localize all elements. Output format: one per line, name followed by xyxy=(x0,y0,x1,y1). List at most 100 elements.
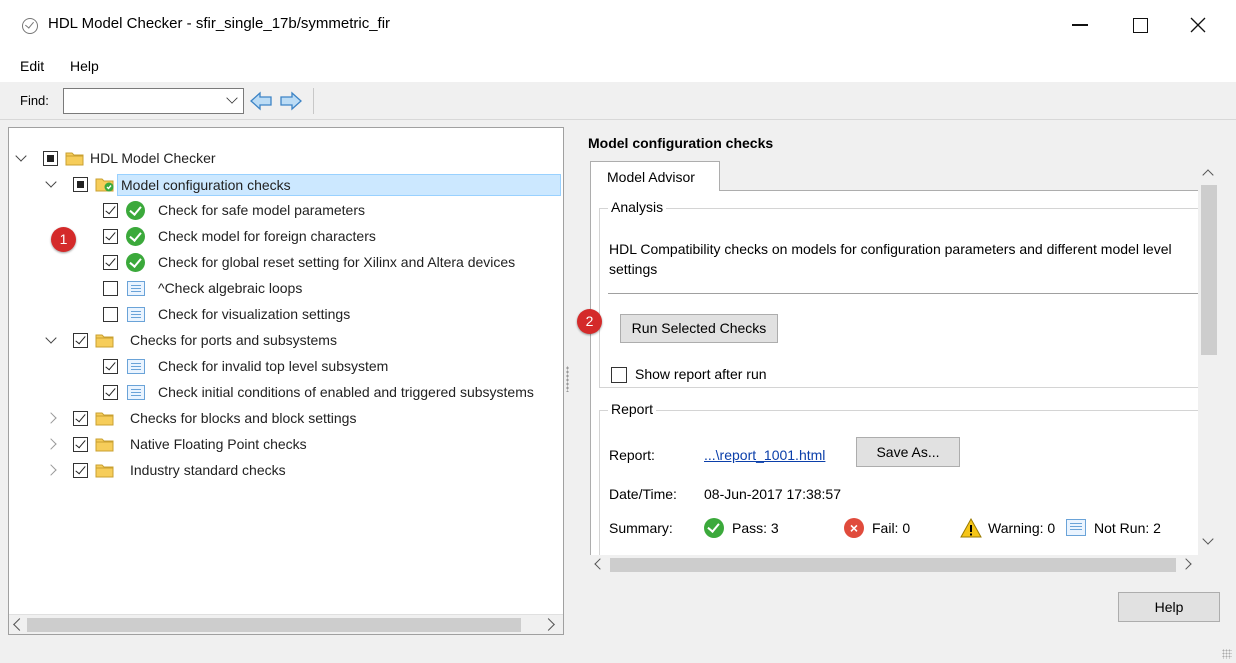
scrollbar-thumb[interactable] xyxy=(27,618,521,632)
tree-label: Checks for blocks and block settings xyxy=(130,410,357,426)
datetime-value: 08-Jun-2017 17:38:57 xyxy=(704,486,841,502)
tree-item-check[interactable]: ^Check algebraic loops xyxy=(9,276,563,302)
tree-item-check[interactable]: Check initial conditions of enabled and … xyxy=(9,380,563,406)
summary-label: Summary: xyxy=(609,520,673,536)
report-title: Report xyxy=(608,401,657,417)
tree-checkbox[interactable] xyxy=(73,437,88,452)
title-bar: HDL Model Checker - sfir_single_17b/symm… xyxy=(0,0,1236,50)
callout-badge-1: 1 xyxy=(51,227,76,252)
scrollbar-thumb[interactable] xyxy=(1201,185,1217,355)
pass-icon xyxy=(126,227,145,246)
tree-label: Check for global reset setting for Xilin… xyxy=(158,254,516,270)
tree-item-industry-std[interactable]: Industry standard checks xyxy=(9,458,563,484)
scroll-down-icon[interactable] xyxy=(1202,533,1214,545)
scroll-up-icon[interactable] xyxy=(1202,169,1214,181)
tree-item-check[interactable]: Check for invalid top level subsystem xyxy=(9,354,563,380)
folder-pass-icon xyxy=(95,178,114,192)
scrollbar-thumb[interactable] xyxy=(610,558,1176,572)
summary-not-run: Not Run: 2 xyxy=(1094,520,1161,536)
tree-checkbox[interactable] xyxy=(103,281,118,296)
tree-item-root[interactable]: HDL Model Checker xyxy=(9,146,563,172)
tree-item-native-fp[interactable]: Native Floating Point checks xyxy=(9,432,563,458)
save-as-button[interactable]: Save As... xyxy=(856,437,960,467)
content-vertical-scrollbar[interactable] xyxy=(1198,161,1220,561)
chevron-right-icon[interactable] xyxy=(47,438,59,450)
help-button[interactable]: Help xyxy=(1118,592,1220,622)
tree-label: Check model for foreign characters xyxy=(158,228,376,244)
show-report-checkbox[interactable] xyxy=(611,367,627,383)
window-title: HDL Model Checker - sfir_single_17b/symm… xyxy=(48,15,391,32)
tree-checkbox[interactable] xyxy=(103,385,118,400)
tree-item-ports-subsystems[interactable]: Checks for ports and subsystems xyxy=(9,328,563,354)
pass-icon xyxy=(126,253,145,272)
tree-checkbox[interactable] xyxy=(73,463,88,478)
find-label: Find: xyxy=(20,93,49,108)
minimize-button[interactable] xyxy=(1052,0,1108,50)
tree-label: Check for invalid top level subsystem xyxy=(158,358,389,374)
chevron-down-icon[interactable] xyxy=(226,92,238,104)
tree-label: Check initial conditions of enabled and … xyxy=(158,384,534,400)
chevron-down-icon[interactable] xyxy=(15,152,27,164)
chevron-down-icon[interactable] xyxy=(45,334,57,346)
tree-checkbox[interactable] xyxy=(103,359,118,374)
tree-checkbox[interactable] xyxy=(103,203,118,218)
scroll-left-icon[interactable] xyxy=(13,618,26,631)
scroll-right-icon[interactable] xyxy=(542,618,555,631)
tree-checkbox[interactable] xyxy=(103,229,118,244)
find-combobox[interactable] xyxy=(63,88,244,114)
tree-checkbox[interactable] xyxy=(73,333,88,348)
tree-label: Native Floating Point checks xyxy=(130,436,307,452)
tree-checkbox[interactable] xyxy=(103,307,118,322)
not-run-icon xyxy=(127,281,145,296)
tree-label: Check for visualization settings xyxy=(158,306,351,322)
tree-checkbox[interactable] xyxy=(103,255,118,270)
content-horizontal-scrollbar[interactable] xyxy=(588,555,1200,575)
folder-icon xyxy=(95,438,114,452)
scroll-right-icon[interactable] xyxy=(1180,558,1192,570)
summary-fail: Fail: 0 xyxy=(872,520,911,536)
find-previous-button[interactable] xyxy=(248,89,274,113)
tree-item-check[interactable]: Check for visualization settings xyxy=(9,302,563,328)
callout-badge-2: 2 xyxy=(577,309,602,334)
chevron-right-icon[interactable] xyxy=(47,412,59,424)
maximize-button[interactable] xyxy=(1112,0,1168,50)
close-icon xyxy=(1190,17,1206,33)
tab-container: Model Advisor Analysis HDL Compatibility… xyxy=(588,161,1226,581)
analysis-group: Analysis HDL Compatibility checks on mod… xyxy=(599,199,1199,388)
check-tree-panel: HDL Model Checker Model configuration ch… xyxy=(8,127,564,635)
folder-icon xyxy=(95,464,114,478)
splitter-handle[interactable] xyxy=(566,366,569,392)
run-selected-checks-button[interactable]: Run Selected Checks xyxy=(620,314,778,343)
datetime-label: Date/Time: xyxy=(609,486,677,502)
menu-edit[interactable]: Edit xyxy=(20,58,44,74)
report-link[interactable]: ...\report_1001.html xyxy=(704,447,825,463)
tree-checkbox[interactable] xyxy=(73,411,88,426)
summary-pass: Pass: 3 xyxy=(732,520,779,536)
tree-checkbox[interactable] xyxy=(73,177,88,192)
tree-item-check[interactable]: Check for global reset setting for Xilin… xyxy=(9,250,563,276)
tab-model-advisor[interactable]: Model Advisor xyxy=(590,161,720,191)
tree-label: Checks for ports and subsystems xyxy=(130,332,337,348)
tree-horizontal-scrollbar[interactable] xyxy=(9,614,563,634)
panel-title: Model configuration checks xyxy=(588,135,774,151)
scroll-left-icon[interactable] xyxy=(594,558,606,570)
not-run-icon xyxy=(1066,519,1086,536)
find-next-button[interactable] xyxy=(278,89,304,113)
report-group: Report Report: ...\report_1001.html Save… xyxy=(599,401,1199,559)
tree-item-check[interactable]: Check model for foreign characters xyxy=(9,224,563,250)
tree-label: Check for safe model parameters xyxy=(158,202,365,218)
tree-item-model-config[interactable]: Model configuration checks xyxy=(9,172,563,198)
folder-icon xyxy=(65,152,84,166)
folder-icon xyxy=(95,334,114,348)
tree-item-blocks-settings[interactable]: Checks for blocks and block settings xyxy=(9,406,563,432)
tree-label: HDL Model Checker xyxy=(90,150,216,166)
pass-icon xyxy=(704,518,724,538)
resize-grip[interactable] xyxy=(1222,649,1232,659)
close-button[interactable] xyxy=(1170,0,1226,50)
chevron-right-icon[interactable] xyxy=(47,464,59,476)
tree-checkbox[interactable] xyxy=(43,151,58,166)
chevron-down-icon[interactable] xyxy=(45,178,57,190)
menu-help[interactable]: Help xyxy=(70,58,99,74)
tree-item-check[interactable]: Check for safe model parameters xyxy=(9,198,563,224)
find-input[interactable] xyxy=(66,91,216,111)
